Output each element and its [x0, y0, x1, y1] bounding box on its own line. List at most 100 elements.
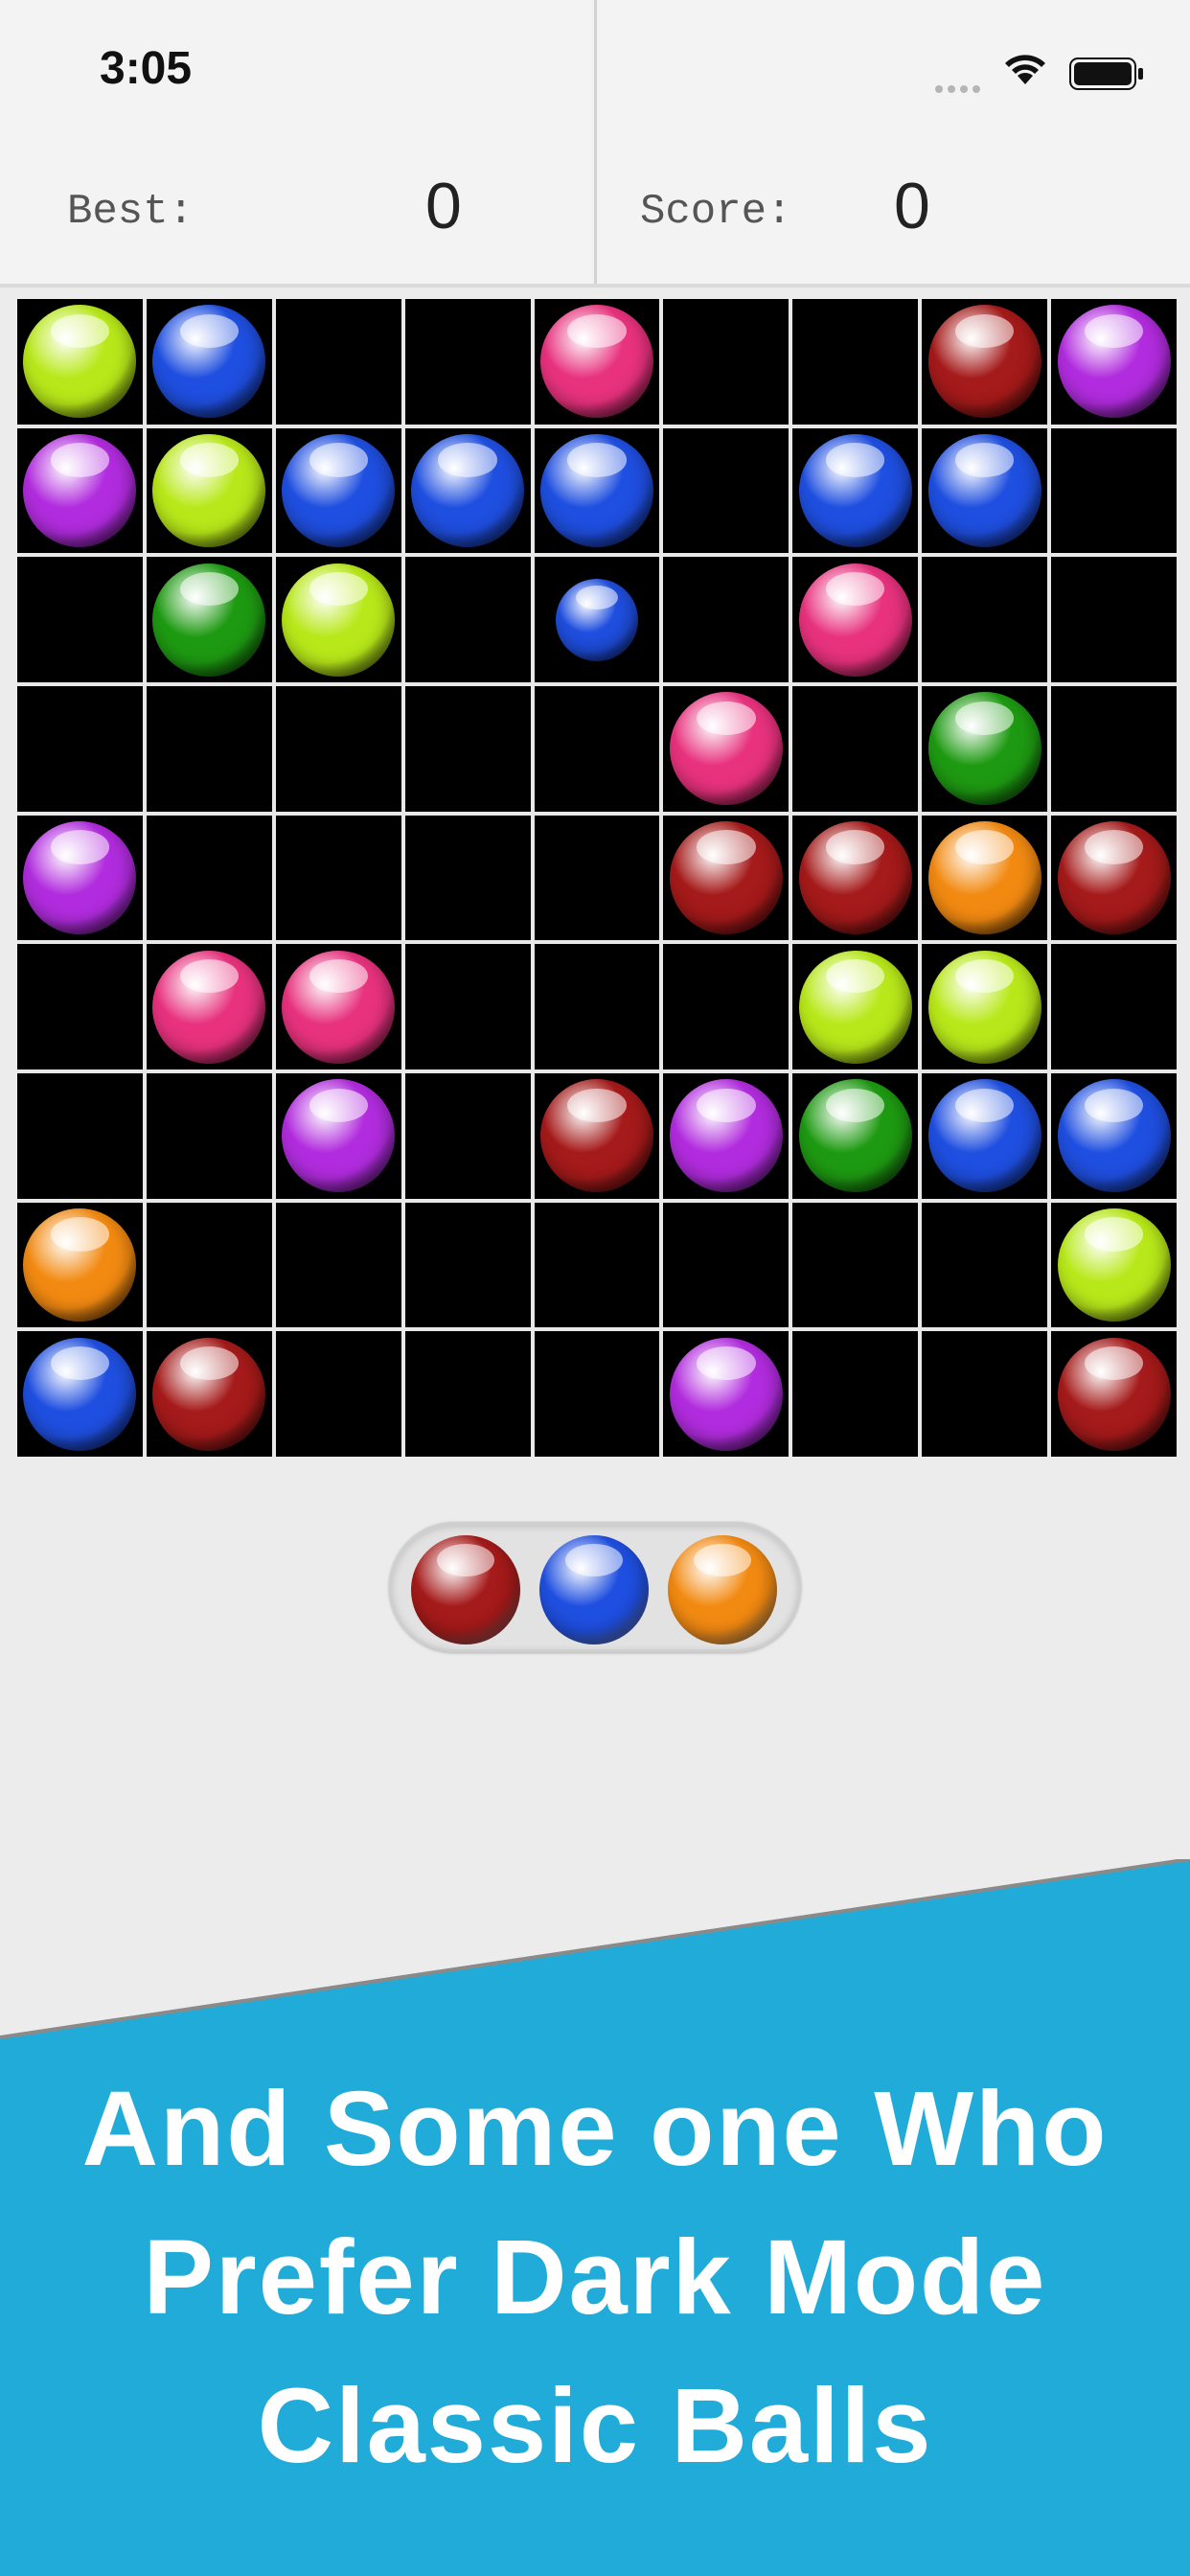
- board-cell[interactable]: [17, 427, 143, 554]
- board-cell[interactable]: [663, 1073, 790, 1199]
- blue-ball[interactable]: [555, 578, 638, 661]
- board-cell[interactable]: [922, 686, 1048, 812]
- blue-ball[interactable]: [1057, 1079, 1171, 1193]
- blue-ball[interactable]: [927, 433, 1041, 547]
- board-cell[interactable]: [404, 299, 531, 425]
- board-cell[interactable]: [404, 1331, 531, 1457]
- board-cell[interactable]: [404, 1202, 531, 1328]
- green-ball[interactable]: [152, 563, 266, 677]
- board-cell[interactable]: [534, 1331, 660, 1457]
- board-cell[interactable]: [534, 299, 660, 425]
- board-cell[interactable]: [404, 686, 531, 812]
- pink-ball[interactable]: [539, 305, 653, 419]
- board-cell[interactable]: [1051, 944, 1177, 1070]
- board-cell[interactable]: [146, 944, 272, 1070]
- board-cell[interactable]: [275, 557, 401, 682]
- board-cell[interactable]: [146, 427, 272, 554]
- board-cell[interactable]: [1051, 815, 1177, 941]
- board-cell[interactable]: [663, 427, 790, 554]
- board-cell[interactable]: [1051, 1331, 1177, 1457]
- board-cell[interactable]: [17, 1073, 143, 1199]
- board-cell[interactable]: [146, 1202, 272, 1328]
- board-cell[interactable]: [17, 686, 143, 812]
- red-ball[interactable]: [798, 820, 912, 934]
- pink-ball[interactable]: [152, 950, 266, 1064]
- board-cell[interactable]: [792, 815, 919, 941]
- board-cell[interactable]: [275, 299, 401, 425]
- board-cell[interactable]: [792, 944, 919, 1070]
- purple-ball[interactable]: [1057, 305, 1171, 419]
- board-cell[interactable]: [275, 686, 401, 812]
- purple-ball[interactable]: [669, 1079, 783, 1193]
- board-cell[interactable]: [17, 299, 143, 425]
- board-cell[interactable]: [275, 815, 401, 941]
- purple-ball[interactable]: [23, 433, 137, 547]
- board-cell[interactable]: [663, 299, 790, 425]
- board-cell[interactable]: [1051, 299, 1177, 425]
- board-cell[interactable]: [792, 686, 919, 812]
- board-cell[interactable]: [922, 299, 1048, 425]
- board-cell[interactable]: [17, 557, 143, 682]
- pink-ball[interactable]: [798, 563, 912, 677]
- blue-ball[interactable]: [23, 1337, 137, 1451]
- lime-ball[interactable]: [798, 950, 912, 1064]
- board-cell[interactable]: [146, 557, 272, 682]
- board-cell[interactable]: [534, 944, 660, 1070]
- board-cell[interactable]: [792, 1202, 919, 1328]
- orange-ball[interactable]: [23, 1208, 137, 1322]
- board-cell[interactable]: [922, 815, 1048, 941]
- board-cell[interactable]: [663, 1202, 790, 1328]
- board-cell[interactable]: [922, 944, 1048, 1070]
- lime-ball[interactable]: [152, 433, 266, 547]
- board-cell[interactable]: [792, 299, 919, 425]
- blue-ball[interactable]: [798, 433, 912, 547]
- board-cell[interactable]: [146, 1073, 272, 1199]
- board-cell[interactable]: [922, 557, 1048, 682]
- board-cell[interactable]: [275, 1202, 401, 1328]
- board-cell[interactable]: [792, 1331, 919, 1457]
- board-cell[interactable]: [534, 1073, 660, 1199]
- board-cell[interactable]: [534, 1202, 660, 1328]
- red-ball[interactable]: [927, 305, 1041, 419]
- board-cell[interactable]: [17, 815, 143, 941]
- red-ball[interactable]: [1057, 820, 1171, 934]
- board-cell[interactable]: [534, 557, 660, 682]
- board-cell[interactable]: [792, 1073, 919, 1199]
- board-cell[interactable]: [663, 557, 790, 682]
- board-cell[interactable]: [922, 1073, 1048, 1199]
- blue-ball[interactable]: [539, 433, 653, 547]
- board-cell[interactable]: [663, 944, 790, 1070]
- board-cell[interactable]: [792, 427, 919, 554]
- blue-ball[interactable]: [152, 305, 266, 419]
- board-cell[interactable]: [275, 427, 401, 554]
- purple-ball[interactable]: [23, 820, 137, 934]
- board-cell[interactable]: [146, 1331, 272, 1457]
- board-cell[interactable]: [275, 1331, 401, 1457]
- board-cell[interactable]: [663, 815, 790, 941]
- board-cell[interactable]: [146, 815, 272, 941]
- lime-ball[interactable]: [23, 305, 137, 419]
- board-cell[interactable]: [922, 1202, 1048, 1328]
- purple-ball[interactable]: [669, 1337, 783, 1451]
- board-cell[interactable]: [792, 557, 919, 682]
- board-cell[interactable]: [17, 1202, 143, 1328]
- pink-ball[interactable]: [282, 950, 396, 1064]
- red-ball[interactable]: [1057, 1337, 1171, 1451]
- board-cell[interactable]: [404, 1073, 531, 1199]
- purple-ball[interactable]: [282, 1079, 396, 1193]
- board-cell[interactable]: [1051, 427, 1177, 554]
- board-cell[interactable]: [534, 427, 660, 554]
- board-cell[interactable]: [146, 686, 272, 812]
- red-ball[interactable]: [539, 1079, 653, 1193]
- red-ball[interactable]: [669, 820, 783, 934]
- orange-ball[interactable]: [927, 820, 1041, 934]
- green-ball[interactable]: [927, 692, 1041, 806]
- blue-ball[interactable]: [282, 433, 396, 547]
- blue-ball[interactable]: [411, 433, 525, 547]
- lime-ball[interactable]: [927, 950, 1041, 1064]
- lime-ball[interactable]: [282, 563, 396, 677]
- board-cell[interactable]: [404, 944, 531, 1070]
- red-ball[interactable]: [152, 1337, 266, 1451]
- lime-ball[interactable]: [1057, 1208, 1171, 1322]
- board-cell[interactable]: [663, 1331, 790, 1457]
